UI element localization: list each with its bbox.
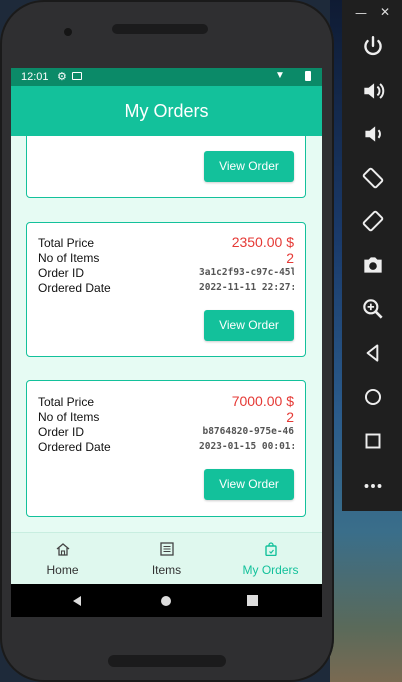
phone-frame: 12:01 ⚙ ▼ My Orders View Order Total Pri… bbox=[0, 0, 334, 682]
nav-items[interactable]: Items bbox=[115, 533, 218, 585]
total-price-value: 2350.00 $ bbox=[231, 234, 294, 250]
system-home-icon[interactable] bbox=[160, 595, 172, 607]
rotate-left-icon[interactable] bbox=[360, 165, 386, 191]
wifi-icon: ▼ bbox=[275, 70, 285, 81]
volume-down-icon[interactable] bbox=[360, 121, 386, 147]
total-price-label: Total Price bbox=[38, 395, 95, 409]
order-id-value: 3a1c2f93-c97c-45l bbox=[199, 267, 294, 278]
items-count-value: 2 bbox=[286, 409, 294, 425]
nav-items-label: Items bbox=[151, 563, 182, 577]
emulator-toolbar bbox=[342, 0, 402, 511]
total-price-value: 7000.00 $ bbox=[231, 393, 294, 409]
total-price-label: Total Price bbox=[38, 236, 95, 250]
home-circle-icon[interactable] bbox=[360, 384, 386, 410]
ordered-date-label: Ordered Date bbox=[38, 440, 111, 454]
view-order-button[interactable]: View Order bbox=[204, 310, 294, 341]
bottom-speaker bbox=[108, 655, 226, 667]
view-order-button[interactable]: View Order bbox=[204, 151, 294, 182]
front-camera bbox=[64, 28, 72, 36]
order-id-label: Order ID bbox=[38, 425, 85, 439]
more-icon[interactable] bbox=[360, 473, 386, 499]
minimize-button[interactable]: — bbox=[355, 6, 367, 20]
orders-list[interactable]: View Order Total Price 2350.00 $ No of It… bbox=[11, 136, 322, 532]
status-bar: 12:01 ⚙ ▼ bbox=[11, 68, 322, 86]
status-time: 12:01 bbox=[21, 71, 49, 83]
nav-home-label: Home bbox=[46, 563, 79, 577]
zoom-icon[interactable] bbox=[360, 296, 386, 322]
camera-icon[interactable] bbox=[360, 252, 386, 278]
items-count-value: 2 bbox=[286, 250, 294, 266]
overview-icon[interactable] bbox=[360, 428, 386, 454]
order-card: Total Price 7000.00 $ No of Items 2 Order … bbox=[26, 380, 306, 517]
bottom-navigation: Home Items My Orders bbox=[11, 532, 322, 585]
home-icon bbox=[56, 543, 70, 556]
rotate-right-icon[interactable] bbox=[360, 208, 386, 234]
device-screen: 12:01 ⚙ ▼ My Orders View Order Total Pri… bbox=[11, 68, 322, 617]
ordered-date-value: 2022-11-11 22:27:1 bbox=[199, 282, 294, 293]
battery-icon bbox=[305, 71, 311, 81]
system-navigation-bar bbox=[11, 584, 322, 617]
ordered-date-value: 2023-01-15 00:01:3 bbox=[199, 441, 294, 452]
nav-home[interactable]: Home bbox=[11, 533, 114, 585]
settings-gear-icon: ⚙ bbox=[57, 71, 67, 83]
mail-icon bbox=[72, 72, 82, 80]
nav-my-orders[interactable]: My Orders bbox=[219, 533, 322, 585]
order-card: View Order bbox=[26, 136, 306, 198]
view-order-button[interactable]: View Order bbox=[204, 469, 294, 500]
earpiece bbox=[112, 24, 208, 34]
back-icon[interactable] bbox=[360, 340, 386, 366]
volume-up-icon[interactable] bbox=[360, 78, 386, 104]
ordered-date-label: Ordered Date bbox=[38, 281, 111, 295]
order-id-label: Order ID bbox=[38, 266, 85, 280]
items-count-label: No of Items bbox=[38, 251, 100, 265]
items-count-label: No of Items bbox=[38, 410, 100, 424]
close-button[interactable]: ✕ bbox=[380, 5, 390, 19]
shopping-bag-icon bbox=[265, 542, 277, 556]
page-title: My Orders bbox=[124, 101, 209, 121]
system-back-icon[interactable] bbox=[71, 595, 83, 607]
app-bar: My Orders bbox=[11, 86, 322, 136]
order-card: Total Price 2350.00 $ No of Items 2 Order … bbox=[26, 222, 306, 357]
system-recents-icon[interactable] bbox=[247, 595, 258, 606]
list-icon bbox=[160, 542, 174, 556]
nav-my-orders-label: My Orders bbox=[242, 563, 299, 577]
power-icon[interactable] bbox=[360, 34, 386, 60]
order-id-value: b8764820-975e-46 bbox=[202, 426, 294, 437]
